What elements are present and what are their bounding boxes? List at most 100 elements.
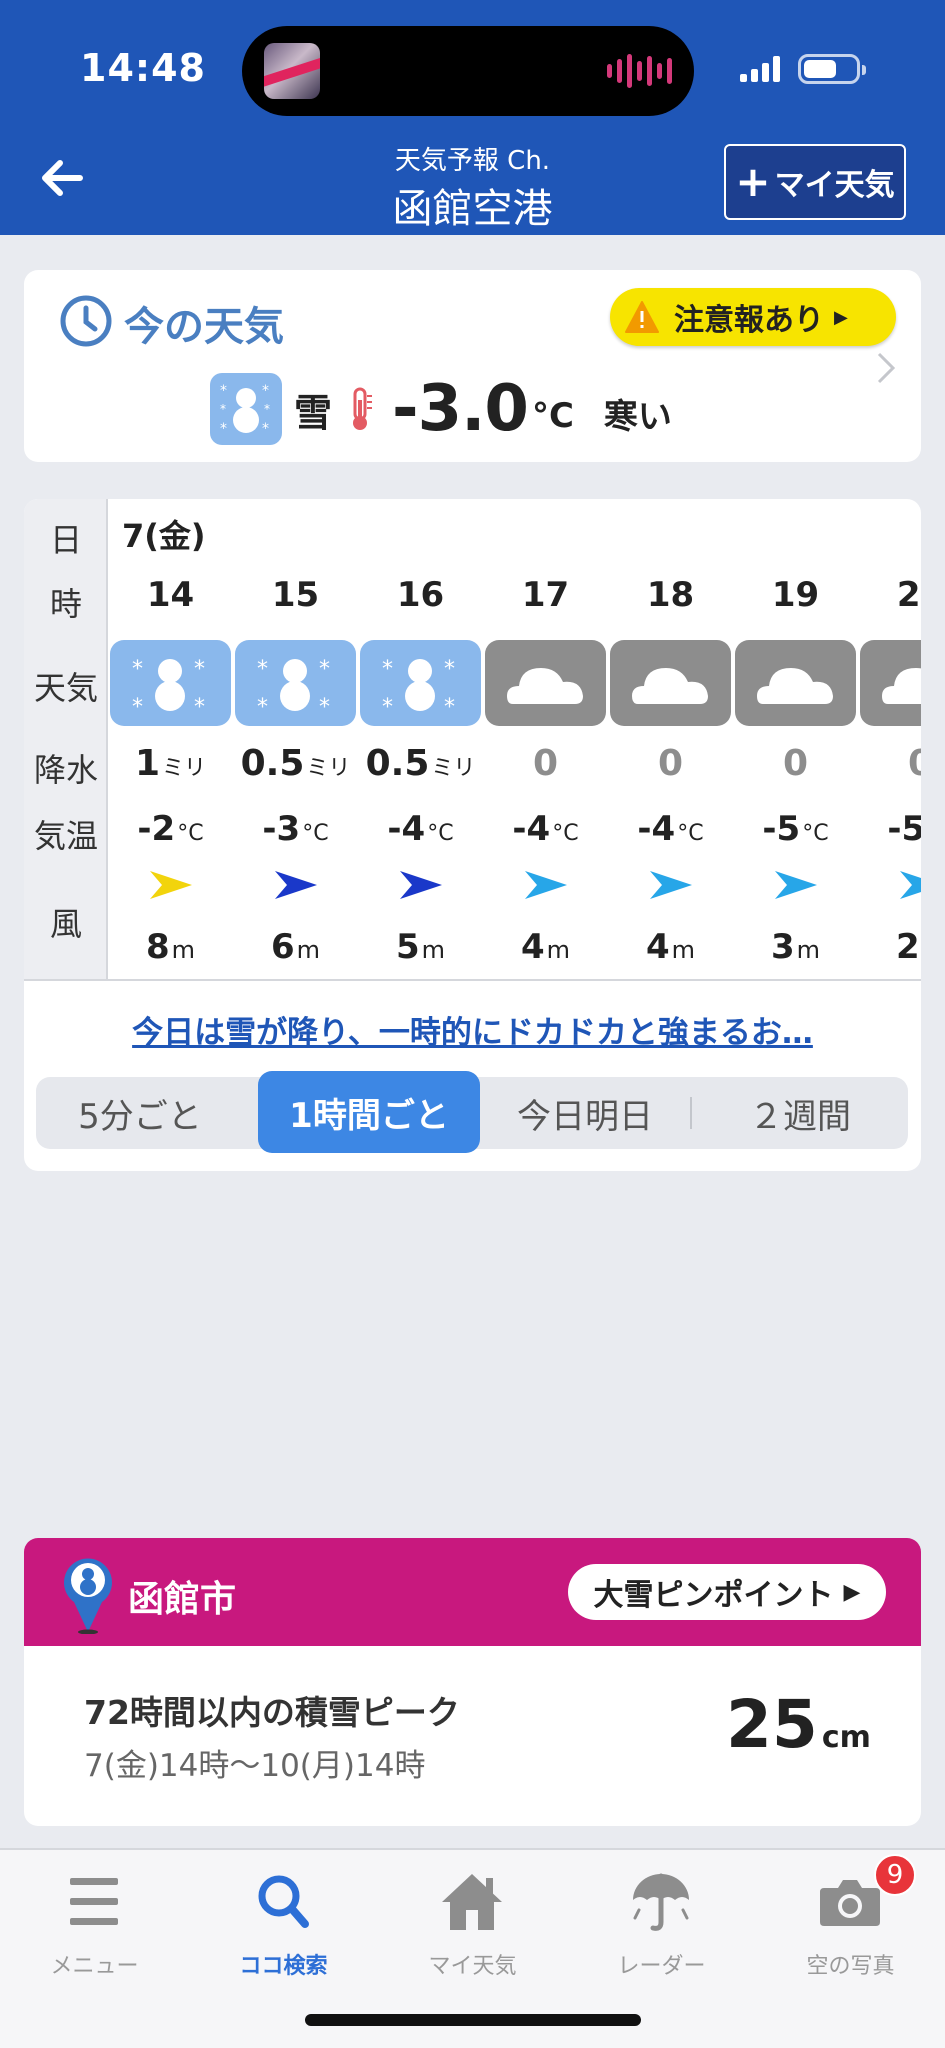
cloud-icon: [610, 640, 731, 726]
location-pin-icon: [64, 1558, 113, 1634]
wind-speed: 4m: [520, 927, 571, 967]
snow-pinpoint-label: 大雪ピンポイント: [593, 1578, 834, 1613]
precip-value: 0.5ミリ: [365, 743, 476, 784]
alert-badge[interactable]: 注意報あり ▶: [610, 288, 896, 346]
tab-search[interactable]: ココ検索: [189, 1860, 378, 1990]
triangle-right-icon: ▶: [843, 1579, 861, 1605]
precip-value: 0.5ミリ: [240, 743, 351, 784]
hour-column[interactable]: 20 0 -5°C 2m: [860, 499, 921, 979]
tab-sky-photos-label: 空の写真: [806, 1954, 895, 1979]
hour-column[interactable]: 15 * * * * 0.5ミリ -3°C 6m: [235, 499, 360, 979]
wind-speed: 8m: [145, 927, 196, 967]
hour-column[interactable]: 17 0 -4°C 4m: [485, 499, 610, 979]
svg-text:*: *: [194, 695, 205, 720]
menu-icon: [70, 1878, 118, 1925]
wind-arrow-icon: [900, 871, 921, 899]
top-bar: 14:48 天気予報 Ch. 函館空港 + マイ天気: [0, 0, 945, 235]
alert-label: 注意報あり: [674, 303, 824, 338]
tab-my-weather[interactable]: マイ天気: [378, 1860, 567, 1990]
svg-text:*: *: [132, 695, 143, 720]
hour-column[interactable]: 16 * * * * 0.5ミリ -4°C 5m: [360, 499, 485, 979]
hour-label: 20: [896, 575, 921, 615]
row-labels: 日 時 天気 降水 気温 風: [24, 499, 108, 979]
status-time: 14:48: [80, 46, 206, 90]
svg-text:*: *: [262, 421, 269, 437]
current-temperature: -3.0: [392, 372, 529, 446]
snow-pinpoint-card[interactable]: 函館市 大雪ピンポイント ▶ 72時間以内の積雪ピーク 7(金)14時〜10(月…: [24, 1538, 921, 1826]
tab-menu-label: メニュー: [50, 1954, 139, 1979]
current-weather-card[interactable]: 今の天気 注意報あり ▶ * * * * * * 雪 -3.0 °C 寒い: [24, 270, 921, 462]
label-wind: 風: [49, 905, 82, 943]
interval-segmented-control: 5分ごと 1時間ごと 今日明日 ２週間: [36, 1071, 908, 1153]
wind-speed: 4m: [645, 927, 696, 967]
snow-peak-label: 72時間以内の積雪ピーク: [84, 1693, 460, 1732]
segment-today-tomorrow[interactable]: 今日明日: [480, 1077, 690, 1149]
hour-label: 15: [271, 575, 320, 615]
wind-arrow-icon: [775, 871, 817, 899]
temp-value: -3°C: [262, 809, 329, 849]
svg-text:*: *: [382, 695, 393, 720]
battery-icon: [798, 54, 866, 84]
city-name: 函館市: [128, 1579, 237, 1620]
add-my-weather-label: マイ天気: [774, 168, 895, 203]
label-hour: 時: [49, 585, 82, 623]
hour-column[interactable]: 19 0 -5°C 3m: [735, 499, 860, 979]
svg-text:*: *: [319, 695, 330, 720]
svg-text:*: *: [257, 657, 268, 682]
snow-peak-unit: cm: [821, 1720, 871, 1755]
precip-value: 1ミリ: [134, 743, 207, 784]
wind-speed: 6m: [270, 927, 321, 967]
cloud-icon: [485, 640, 606, 726]
add-my-weather-button[interactable]: + マイ天気: [724, 144, 906, 220]
signal-icon: [740, 56, 780, 82]
svg-text:*: *: [444, 695, 455, 720]
hour-column[interactable]: 18 0 -4°C 4m: [610, 499, 735, 979]
wind-speed: 2m: [895, 927, 920, 967]
wind-speed: 5m: [395, 927, 446, 967]
plus-icon: +: [735, 157, 771, 206]
svg-text:*: *: [319, 657, 330, 682]
tab-radar[interactable]: レーダー: [567, 1860, 756, 1990]
umbrella-icon: [633, 1873, 689, 1931]
wind-arrow-icon: [150, 871, 192, 899]
warning-icon: [625, 301, 659, 333]
home-indicator: [305, 2014, 641, 2026]
segment-2weeks[interactable]: ２週間: [692, 1077, 908, 1149]
segment-1hour[interactable]: 1時間ごと: [258, 1071, 480, 1153]
hour-column[interactable]: 14 * * * * 1ミリ -2°C 8m: [110, 499, 235, 979]
hourly-forecast-card: 日 時 天気 降水 気温 風 7(金) 14 * * * * 1ミリ -2°C 8m 15 * * *…: [24, 499, 921, 1171]
snow-weather-icon: * * * * * *: [210, 373, 282, 445]
snow-peak-value: 25 cm: [726, 1686, 871, 1763]
snow-peak-number: 25: [726, 1686, 818, 1763]
temp-value: -2°C: [137, 809, 204, 849]
wind-arrow-icon: [650, 871, 692, 899]
dynamic-island[interactable]: [242, 26, 694, 116]
tab-menu[interactable]: メニュー: [0, 1860, 189, 1990]
precip-value: 0: [657, 743, 684, 784]
tab-radar-label: レーダー: [617, 1954, 706, 1979]
precip-value: 0: [782, 743, 809, 784]
temperature-unit: °C: [531, 396, 574, 436]
tab-sky-photos[interactable]: 空の写真: [756, 1860, 945, 1990]
svg-text:*: *: [382, 657, 393, 682]
label-precip: 降水: [33, 751, 98, 789]
svg-text:*: *: [132, 657, 143, 682]
wind-arrow-icon: [525, 871, 567, 899]
label-weather: 天気: [33, 669, 98, 707]
snow-peak-range: 7(金)14時〜10(月)14時: [84, 1748, 426, 1784]
hour-label: 19: [771, 575, 820, 615]
tab-my-weather-label: マイ天気: [428, 1954, 517, 1979]
temp-value: -4°C: [637, 809, 704, 849]
svg-text:*: *: [262, 383, 269, 399]
temp-value: -5°C: [762, 809, 829, 849]
home-icon: [442, 1874, 502, 1930]
forecast-detail-link[interactable]: 今日は雪が降り、一時的にドカドカと強まるお…: [24, 1007, 921, 1052]
svg-text:*: *: [220, 383, 227, 399]
precip-value: 0: [907, 743, 921, 784]
snow-icon: * * * *: [235, 640, 356, 726]
chevron-right-icon: [877, 352, 896, 384]
snow-pinpoint-button[interactable]: 大雪ピンポイント ▶: [568, 1564, 886, 1620]
svg-text:*: *: [444, 657, 455, 682]
snow-card-header: 函館市 大雪ピンポイント ▶: [24, 1538, 921, 1646]
segment-5min[interactable]: 5分ごと: [36, 1077, 244, 1149]
